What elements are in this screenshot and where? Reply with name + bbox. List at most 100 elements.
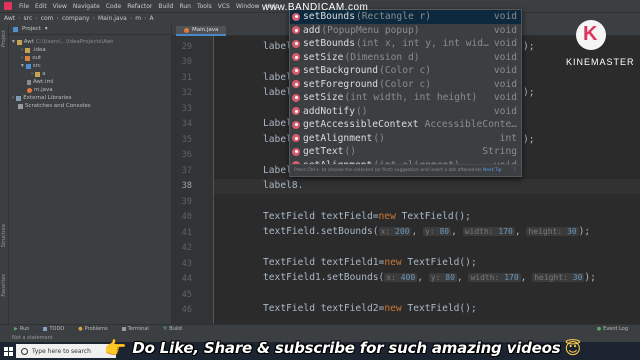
run-tool-button[interactable]: ▶ Run [14,326,29,332]
code-line-31: label [263,72,292,83]
tree-item-idea[interactable]: › .idea [9,46,171,54]
chevron-down-icon[interactable]: ▾ [21,63,24,69]
menu-file[interactable]: File [16,3,32,10]
completion-item[interactable]: setBackground (Color c) void [290,64,521,78]
pointing-hand-icon: 👉 [104,337,127,359]
param-hint-x: x: 200 [378,227,412,236]
completion-item[interactable]: getText() String [290,145,521,159]
subscribe-banner: 👉 Do Like, Share & subscribe for such am… [104,336,624,360]
folder-icon [25,63,31,69]
chevron-right-icon[interactable]: › [31,71,33,77]
menu-build[interactable]: Build [155,3,176,10]
file-icon [27,79,31,85]
search-placeholder: Type here to search [32,347,91,355]
menu-code[interactable]: Code [103,3,124,10]
completion-item[interactable]: getAlignment() int [290,132,521,146]
tree-item-out[interactable]: › out [9,54,171,62]
breadcrumb-item[interactable]: m [135,15,141,22]
chevron-right-icon[interactable]: › [12,95,14,101]
breadcrumb-item[interactable]: com [41,15,54,22]
tree-item-awt-iml[interactable]: Awt.iml [9,78,171,86]
line-number: 40 [181,212,192,222]
chevron-down-icon[interactable]: ▾ [12,39,15,45]
terminal-tool-button[interactable]: Terminal [121,326,149,332]
method-icon [292,26,300,35]
menu-vcs[interactable]: VCS [215,3,233,10]
line-number: 29 [181,42,192,52]
code-line-35-tail: ); [523,134,535,145]
todo-tool-button[interactable]: TODO [43,326,64,332]
param-hint-height: height: 30 [526,227,579,236]
play-icon: ▶ [14,326,18,332]
start-button[interactable] [0,342,16,360]
keyword: new [378,211,396,222]
line-number: 34 [181,119,192,129]
menu-window[interactable]: Window [233,3,263,10]
kinemaster-wordmark: KINEMASTER [566,57,635,67]
tree-item-label: src [32,63,41,69]
windows-logo-icon [3,346,13,356]
menu-run[interactable]: Run [176,3,194,10]
taskbar-search-input[interactable]: Type here to search [16,344,116,358]
tree-item-m-java[interactable]: m.java [9,86,171,94]
side-tab-structure[interactable]: Structure [1,224,7,247]
tree-item-package[interactable]: › a [9,70,171,78]
side-tab-project[interactable]: Project [1,30,7,47]
tree-item-scratches[interactable]: Scratches and Consoles [9,102,171,110]
var-name: textField1 [320,257,379,268]
method-icon [292,80,300,89]
chevron-right-icon[interactable]: › [21,55,23,61]
breadcrumb-item[interactable]: Main.java [98,15,127,22]
menu-view[interactable]: View [50,3,70,10]
completion-item[interactable]: setForeground (Color c) void [290,78,521,92]
tree-item-awt[interactable]: ▾ Awt C:\Users\...\IdeaProjects\Awt [9,38,171,46]
chevron-down-icon[interactable]: ▾ [45,26,48,32]
method-icon [292,134,300,143]
menu-navigate[interactable]: Navigate [70,3,103,10]
more-options-icon[interactable]: ⋮ [512,166,518,173]
keyword: new [384,303,402,314]
type-name: TextField [263,303,315,314]
folder-icon [16,39,22,45]
breadcrumb-item[interactable]: Awt [4,15,15,22]
completion-item[interactable]: getAccessibleContext AccessibleConte… [290,118,521,132]
completion-tip: Press Ctrl+. to choose the selected (or … [290,164,521,176]
breadcrumb-item[interactable]: company [62,15,90,22]
breadcrumb-item[interactable]: A [149,15,153,22]
param-hint-width: width: 170 [468,273,521,282]
tree-item-external-libraries[interactable]: › External Libraries [9,94,171,102]
breadcrumb-separator-icon: › [144,15,147,22]
menu-refactor[interactable]: Refactor [124,3,155,10]
project-panel-title[interactable]: Project [22,26,41,32]
tree-item-label: Scratches and Consoles [25,103,91,109]
code-line-44: textField1.setBounds(x: 400, y: 80, widt… [263,272,596,283]
var-name: textField2 [320,303,379,314]
code-line-41: textField.setBounds(x: 200, y: 80, width… [263,226,591,237]
type-name: TextField [263,211,315,222]
next-tip-link[interactable]: Next Tip [483,168,502,173]
completion-item[interactable]: setBounds (int x, int y, int wid… void [290,37,521,51]
side-tab-favorites[interactable]: Favorites [1,274,7,297]
problems-tool-button[interactable]: ● Problems [78,326,107,332]
chevron-right-icon[interactable]: › [21,47,23,53]
menu-tools[interactable]: Tools [194,3,215,10]
completion-item[interactable]: addNotify() void [290,105,521,119]
tree-item-src[interactable]: ▾ src [9,62,171,70]
event-log-icon: ● [596,326,602,332]
tree-item-label: External Libraries [23,95,72,101]
tree-item-label: out [32,55,42,61]
project-view-icon [13,26,18,32]
event-log-button[interactable]: ● Event Log [597,326,628,332]
code-line-34: Label [263,118,292,129]
build-tool-button[interactable]: ⚒ Build [163,326,182,332]
line-number: 35 [181,135,192,145]
method-call: textField1.setBounds( [263,272,385,283]
breadcrumb-item[interactable]: src [24,15,33,22]
completion-item[interactable]: setSize (int width, int height) void [290,91,521,105]
tab-main-java[interactable]: Main.java [176,26,227,36]
completion-item[interactable]: setSize (Dimension d) void [290,51,521,65]
completion-item[interactable]: add (PopupMenu popup) void [290,24,521,38]
line-number: 43 [181,259,192,269]
menu-edit[interactable]: Edit [32,3,50,10]
method-icon [292,147,300,156]
